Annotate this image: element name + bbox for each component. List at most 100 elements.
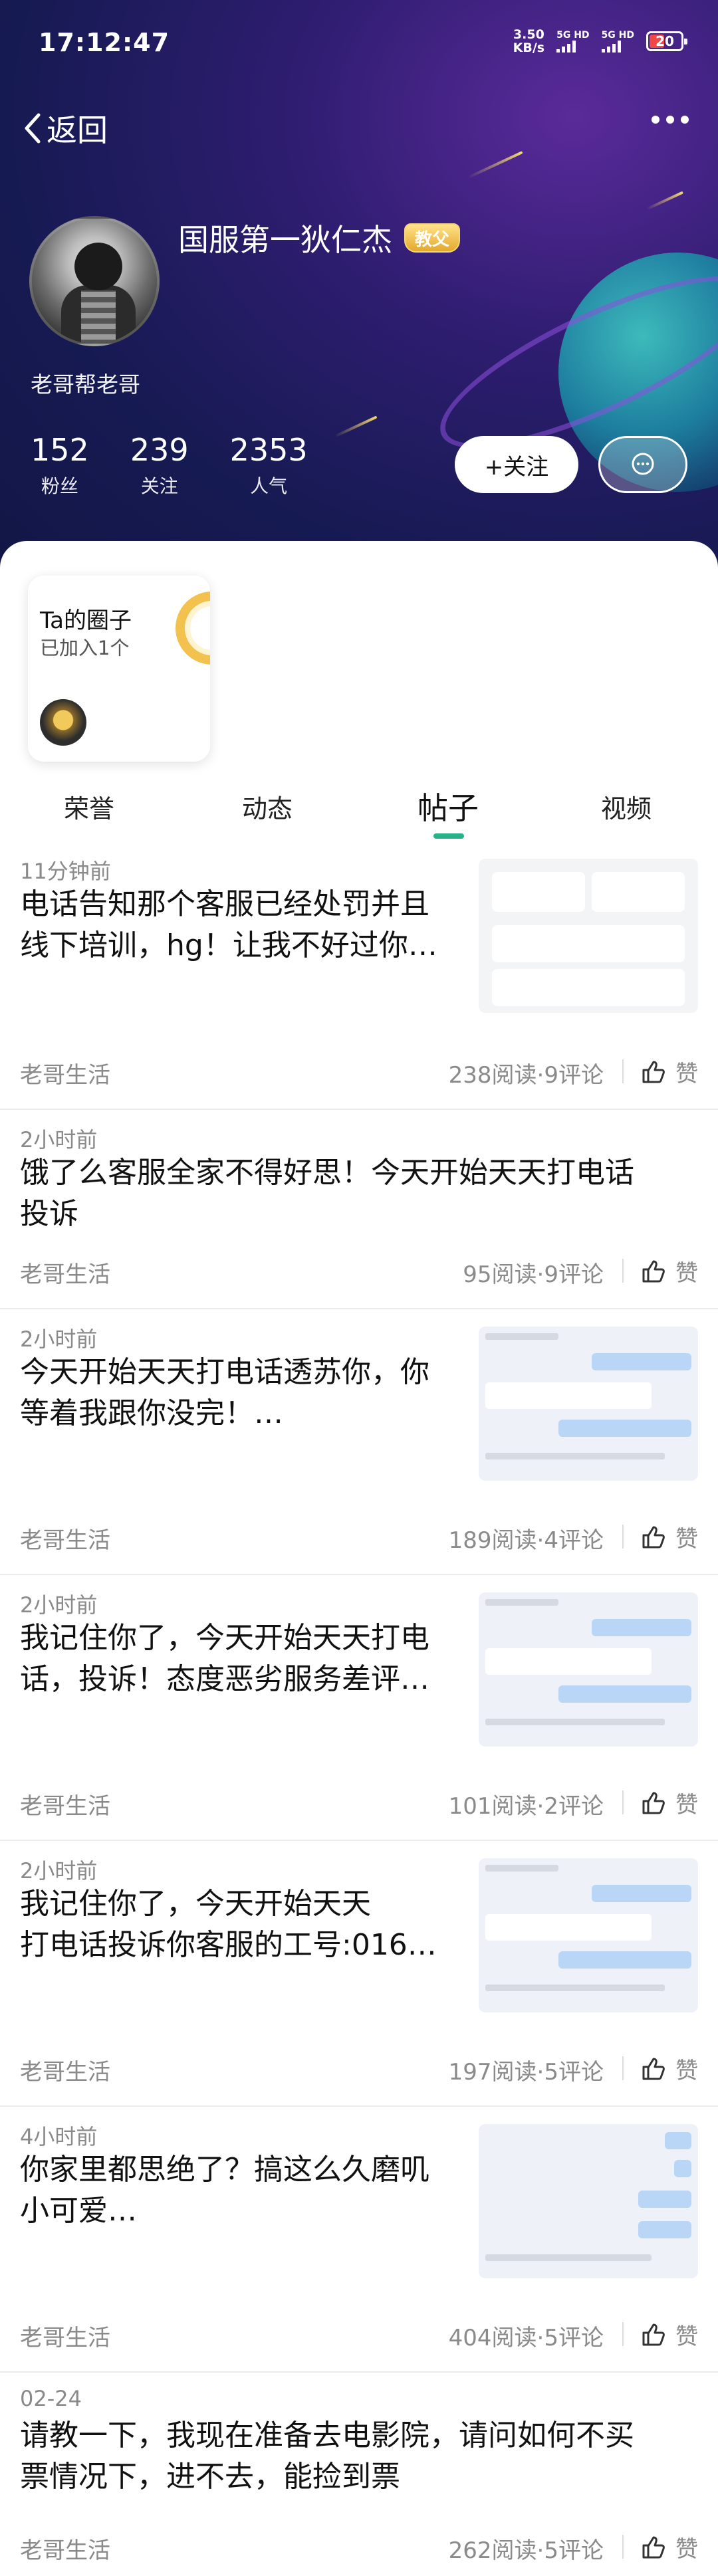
post-title-line: 我记住你了，今天开始天天 <box>20 1887 371 1921</box>
nav-bar: 返回 <box>0 100 718 160</box>
like-label: 赞 <box>675 1061 698 1087</box>
divider <box>622 2056 624 2080</box>
post-item[interactable]: 02-24 请教一下，我现在准备去电影院，请问如何不买 票情况下，进不去，能捡到票老… <box>0 2373 718 2576</box>
post-title-line: 我记住你了，今天开始天天打电 <box>20 1621 429 1655</box>
network-speed: 3.50 KB/s <box>513 28 544 54</box>
like-button[interactable]: 赞 <box>641 1786 698 1819</box>
post-title-line: 话，投诉！态度恶劣服务差评… <box>20 1662 429 1696</box>
post-stats: 238阅读·9评论 <box>448 1062 604 1089</box>
post-stats: 404阅读·5评论 <box>448 2325 604 2351</box>
back-button[interactable]: 返回 <box>20 106 108 150</box>
post-time: 02-24 <box>20 2386 82 2411</box>
post-title[interactable]: 我记住你了，今天开始天天打电话投诉你客服的工号:016… <box>20 1883 479 1966</box>
post-thumbnail[interactable] <box>479 1327 698 1481</box>
post-thumbnail[interactable] <box>479 2124 698 2278</box>
avatar[interactable] <box>29 216 160 346</box>
post-item[interactable]: 4小时前 你家里都思绝了？搞这么久磨叽 小可爱… 老哥生活 404阅读·5评论 赞 <box>0 2107 718 2373</box>
network-speed-value: 3.50 <box>513 27 544 42</box>
thumbs-up-icon <box>642 1526 665 1548</box>
tab-posts[interactable]: 帖子 <box>418 784 479 828</box>
post-item[interactable]: 2小时前 我记住你了，今天开始天天 打电话投诉你客服的工号:016… 老哥生活 197阅… <box>0 1841 718 2107</box>
post-title-line: 打电话投诉你客服的工号:016… <box>20 1928 437 1962</box>
circle-card[interactable]: Ta的圈子 已加入1个 <box>28 576 210 762</box>
post-time: 2小时前 <box>20 1858 98 1883</box>
tab-videos[interactable]: 视频 <box>601 788 652 825</box>
post-item[interactable]: 2小时前 今天开始天天打电话透苏你，你 等着我跟你没完！… 老哥生活 189阅读·4评论… <box>0 1309 718 1575</box>
follow-button[interactable]: +关注 <box>455 436 578 493</box>
post-thumbnail[interactable] <box>479 859 698 1013</box>
thumbs-up-icon <box>642 1792 665 1814</box>
post-time: 2小时前 <box>20 1327 98 1352</box>
stat-fans[interactable]: 152 粉丝 <box>31 432 89 498</box>
post-title-line: 票情况下，进不去，能捡到票 <box>20 2460 400 2494</box>
like-button[interactable]: 赞 <box>641 1055 698 1088</box>
like-button[interactable]: 赞 <box>641 1255 698 1287</box>
circle-medal-icon <box>40 699 86 746</box>
tab-active-indicator <box>433 833 464 839</box>
post-title-line: 今天开始天天打电话透苏你，你 <box>20 1355 429 1389</box>
post-title[interactable]: 请教一下，我现在准备去电影院，请问如何不买 票情况下，进不去，能捡到票 <box>20 2415 705 2498</box>
meteor-decoration <box>334 415 378 438</box>
post-title-line: 电话告知那个客服已经处罚并且 <box>20 887 429 921</box>
profile-bio: 老哥帮老哥 <box>31 372 140 397</box>
profile-name-row: 国服第一狄仁杰 教父 <box>178 216 461 260</box>
rank-badge[interactable]: 教父 <box>404 223 461 253</box>
divider <box>622 1059 624 1083</box>
thumbs-up-icon <box>642 2323 665 2345</box>
post-title[interactable]: 饿了么客服全家不得好思！今天开始天天打电话 投诉 <box>20 1152 705 1235</box>
post-title[interactable]: 电话告知那个客服已经处罚并且 线下培训，hg！让我不好过你… <box>20 884 479 966</box>
post-title[interactable]: 你家里都思绝了？搞这么久磨叽 小可爱… <box>20 2149 479 2232</box>
post-item[interactable]: 11分钟前 电话告知那个客服已经处罚并且 线下培训，hg！让我不好过你… 老哥生活 23… <box>0 841 718 1110</box>
battery-icon: 20 <box>646 31 687 51</box>
signal-bars-icon <box>601 41 621 53</box>
divider <box>622 1525 624 1549</box>
post-author[interactable]: 老哥生活 <box>20 2319 110 2352</box>
circle-card-title: Ta的圈子 <box>40 607 132 634</box>
like-button[interactable]: 赞 <box>641 2052 698 2085</box>
message-button[interactable] <box>598 436 687 493</box>
post-item[interactable]: 2小时前 我记住你了，今天开始天天打电 话，投诉！态度恶劣服务差评… 老哥生活 101阅… <box>0 1575 718 1841</box>
post-title[interactable]: 今天开始天天打电话透苏你，你 等着我跟你没完！… <box>20 1352 479 1434</box>
thumbs-up-icon <box>642 2058 665 2080</box>
post-title-line: 投诉 <box>20 1197 78 1231</box>
stat-label: 人气 <box>250 475 288 497</box>
post-author[interactable]: 老哥生活 <box>20 1057 110 1089</box>
stat-value: 152 <box>31 432 89 468</box>
sim2-label: 5G HD <box>601 30 634 41</box>
profile-name: 国服第一狄仁杰 <box>178 222 392 258</box>
stat-following[interactable]: 239 关注 <box>130 432 189 498</box>
post-title[interactable]: 我记住你了，今天开始天天打电 话，投诉！态度恶劣服务差评… <box>20 1618 479 1700</box>
post-author[interactable]: 老哥生活 <box>20 2054 110 2086</box>
like-label: 赞 <box>675 2058 698 2084</box>
post-title-line: 你家里都思绝了？搞这么久磨叽 <box>20 2153 429 2187</box>
thumbs-up-icon <box>642 2536 665 2558</box>
profile-header: 17:12:47 3.50 KB/s 5G HD 5G HD 20 返回 国服第… <box>0 0 718 585</box>
post-time: 4小时前 <box>20 2124 98 2149</box>
divider <box>622 2322 624 2346</box>
status-time: 17:12:47 <box>39 28 170 57</box>
post-stats: 262阅读·5评论 <box>448 2537 604 2564</box>
post-stats: 101阅读·2评论 <box>448 1793 604 1820</box>
like-label: 赞 <box>675 1792 698 1818</box>
stat-popularity: 2353 人气 <box>230 432 308 498</box>
post-thumbnail[interactable] <box>479 1592 698 1747</box>
post-author[interactable]: 老哥生活 <box>20 2532 110 2565</box>
post-time: 11分钟前 <box>20 859 111 884</box>
circle-card-subtitle: 已加入1个 <box>40 637 130 659</box>
stat-label: 粉丝 <box>41 475 78 497</box>
post-author[interactable]: 老哥生活 <box>20 1256 110 1289</box>
like-button[interactable]: 赞 <box>641 1521 698 1553</box>
post-author[interactable]: 老哥生活 <box>20 1788 110 1820</box>
post-thumbnail[interactable] <box>479 1858 698 2012</box>
post-title-line: 线下培训，hg！让我不好过你… <box>20 928 437 962</box>
post-author[interactable]: 老哥生活 <box>20 1522 110 1555</box>
like-button[interactable]: 赞 <box>641 2318 698 2351</box>
post-title-line: 饿了么客服全家不得好思！今天开始天天打电话 <box>20 1156 634 1190</box>
like-button[interactable]: 赞 <box>641 2531 698 2563</box>
sim1-label: 5G HD <box>556 30 590 41</box>
tab-activity[interactable]: 动态 <box>242 788 293 825</box>
tab-honor[interactable]: 荣誉 <box>64 788 114 825</box>
more-options-icon[interactable] <box>652 116 689 124</box>
meteor-decoration <box>646 191 684 211</box>
post-item[interactable]: 2小时前 饿了么客服全家不得好思！今天开始天天打电话 投诉 老哥生活 95阅读·9评论 赞 <box>0 1110 718 1309</box>
